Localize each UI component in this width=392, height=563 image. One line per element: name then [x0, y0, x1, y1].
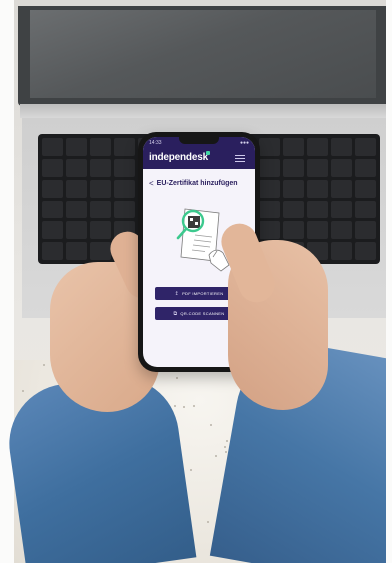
keyboard-key	[42, 179, 64, 198]
laptop-hinge	[20, 104, 386, 118]
keyboard-key	[330, 221, 352, 240]
brand-accent-icon	[206, 151, 210, 155]
brand-logo: independesk	[149, 152, 208, 163]
keyboard-key	[354, 138, 376, 156]
keyboard-key	[258, 158, 280, 177]
laptop-display	[30, 10, 376, 98]
table-speckle	[226, 440, 228, 442]
keyboard-key	[42, 242, 64, 260]
table-speckle	[210, 424, 212, 426]
keyboard-key	[282, 138, 304, 156]
keyboard-key	[66, 200, 88, 219]
table-speckle	[225, 451, 227, 453]
keyboard-key	[306, 138, 328, 156]
keyboard-key	[306, 200, 328, 219]
table-speckle	[190, 469, 192, 471]
keyboard-key	[42, 158, 64, 177]
keyboard-key	[258, 179, 280, 198]
keyboard-key	[330, 138, 352, 156]
keyboard-key	[330, 200, 352, 219]
table-speckle	[224, 446, 226, 448]
table-speckle	[22, 390, 24, 392]
qr-code-icon	[188, 216, 200, 228]
status-icons: ●●●	[239, 140, 249, 146]
keyboard-key	[42, 200, 64, 219]
status-time: 14:33	[149, 140, 162, 146]
keyboard-key	[306, 179, 328, 198]
keyboard-key	[258, 200, 280, 219]
keyboard-key	[90, 179, 112, 198]
keyboard-key	[330, 158, 352, 177]
keyboard-key	[282, 221, 304, 240]
keyboard-key	[306, 158, 328, 177]
app-header: 14:33 ●●● independesk	[143, 137, 255, 169]
keyboard-key	[66, 138, 88, 156]
scan-qr-label: QR-CODE SCANNEN	[180, 311, 225, 316]
table-speckle	[207, 521, 209, 523]
table-speckle	[215, 455, 217, 457]
keyboard-key	[66, 179, 88, 198]
upload-icon: ↥	[174, 290, 180, 297]
keyboard-key	[90, 158, 112, 177]
photo-margin-right	[386, 0, 392, 563]
back-chevron-icon[interactable]: <	[149, 179, 154, 188]
table-speckle	[174, 405, 176, 407]
keyboard-key	[114, 179, 136, 198]
keyboard-key	[354, 158, 376, 177]
keyboard-key	[330, 179, 352, 198]
keyboard-key	[282, 158, 304, 177]
import-pdf-label: PDF IMPORTIEREN	[182, 291, 224, 296]
keyboard-key	[90, 138, 112, 156]
keyboard-key	[42, 221, 64, 240]
keyboard-key	[114, 200, 136, 219]
table-speckle	[193, 405, 195, 407]
photo-margin-left	[0, 0, 14, 563]
keyboard-key	[354, 221, 376, 240]
keyboard-key	[282, 200, 304, 219]
page-title: EU-Zertifikat hinzufügen	[156, 179, 238, 187]
keyboard-key	[330, 242, 352, 260]
keyboard-key	[258, 221, 280, 240]
keyboard-key	[114, 138, 136, 156]
keyboard-key	[354, 179, 376, 198]
keyboard-key	[66, 242, 88, 260]
keyboard-key	[90, 221, 112, 240]
hamburger-menu-icon[interactable]	[235, 155, 245, 162]
keyboard-key	[66, 221, 88, 240]
table-speckle	[183, 406, 185, 408]
photo: 14:33 ●●● independesk < EU-Zertifikat hi…	[0, 0, 392, 563]
keyboard-key	[354, 242, 376, 260]
keyboard-key	[90, 200, 112, 219]
table-speckle	[176, 377, 178, 379]
keyboard-key	[90, 242, 112, 260]
keyboard-key	[66, 158, 88, 177]
page-header: < EU-Zertifikat hinzufügen	[149, 177, 253, 189]
phone-notch	[179, 137, 219, 144]
table-speckle	[43, 364, 45, 366]
qr-scan-icon: ⧉	[173, 310, 178, 317]
keyboard-key	[354, 200, 376, 219]
keyboard-key	[258, 138, 280, 156]
keyboard-key	[306, 221, 328, 240]
keyboard-key	[114, 158, 136, 177]
keyboard-key	[282, 179, 304, 198]
keyboard-key	[42, 138, 64, 156]
